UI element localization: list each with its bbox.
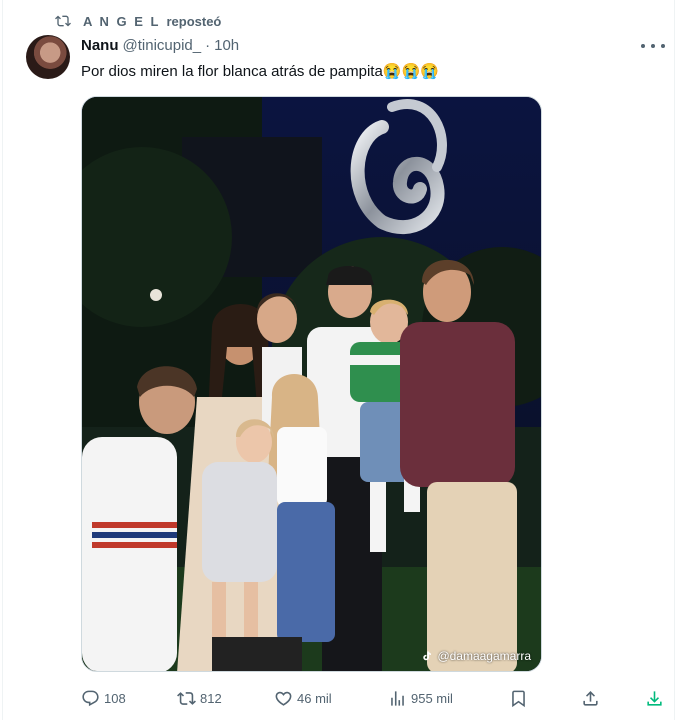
repost-user[interactable]: A N G E L — [83, 14, 160, 29]
timeline-column: A N G E L reposteó Nanu @tinicupid_ · 10… — [2, 0, 675, 720]
share-button[interactable] — [581, 684, 604, 712]
timestamp[interactable]: 10h — [214, 37, 239, 54]
user-handle[interactable]: @tinicupid_ — [123, 37, 202, 54]
avatar[interactable] — [26, 35, 70, 79]
repost-button[interactable]: 812 — [177, 684, 222, 712]
tweet-actions: 108 812 46 mil 955 mil — [79, 684, 669, 712]
download-button[interactable] — [645, 684, 668, 712]
repost-icon — [177, 691, 196, 705]
views-count: 955 mil — [411, 690, 453, 706]
repost-indicator[interactable]: A N G E L reposteó — [55, 12, 221, 30]
more-dot-icon — [661, 44, 665, 48]
photo-watermark: @damaagamarra — [421, 649, 531, 663]
bookmark-button[interactable] — [509, 684, 532, 712]
bookmark-icon — [512, 690, 525, 707]
repost-count: 812 — [200, 690, 222, 706]
views-chart-icon — [391, 690, 404, 706]
display-name[interactable]: Nanu — [81, 37, 119, 54]
reply-count: 108 — [104, 690, 126, 706]
reply-button[interactable]: 108 — [81, 684, 126, 712]
separator-dot: · — [205, 37, 211, 54]
more-dot-icon — [651, 44, 655, 48]
watermark-text: @damaagamarra — [437, 649, 531, 663]
heart-icon — [275, 691, 292, 706]
like-count: 46 mil — [297, 690, 332, 706]
reply-icon — [82, 690, 99, 706]
tweet-text: Por dios miren la flor blanca atrás de p… — [81, 63, 439, 80]
tweet-photo[interactable]: @damaagamarra — [81, 96, 542, 672]
repost-label: reposteó — [166, 13, 222, 29]
more-dot-icon — [641, 44, 645, 48]
tiktok-icon — [423, 651, 432, 661]
like-button[interactable]: 46 mil — [274, 684, 332, 712]
family-photo-illustration — [82, 97, 541, 671]
more-options-button[interactable] — [641, 36, 665, 56]
tweet-header: Nanu @tinicupid_ · 10h — [81, 37, 239, 54]
share-icon — [583, 690, 598, 706]
repost-icon — [55, 15, 71, 27]
views-button[interactable]: 955 mil — [388, 684, 453, 712]
download-icon — [647, 690, 662, 706]
